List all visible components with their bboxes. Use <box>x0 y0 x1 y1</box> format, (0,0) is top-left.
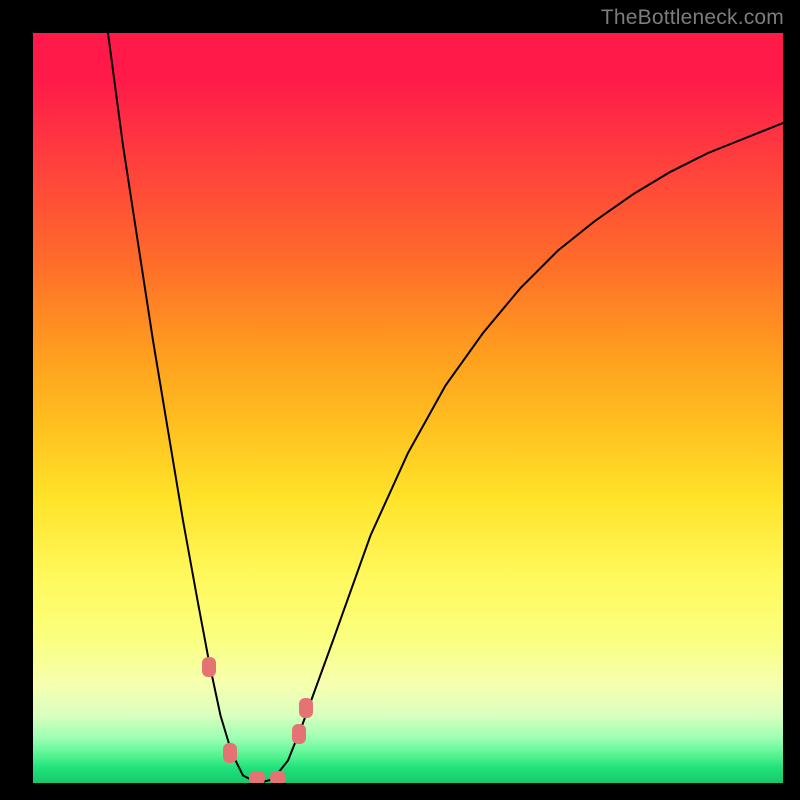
curve-marker-0 <box>202 657 216 677</box>
curve-marker-4 <box>292 724 306 744</box>
curve-marker-5 <box>299 698 313 718</box>
watermark-text: TheBottleneck.com <box>601 6 784 30</box>
curve-marker-3 <box>270 771 286 783</box>
curve-marker-1 <box>223 743 237 763</box>
curve-layer <box>33 33 783 783</box>
chart-frame: TheBottleneck.com <box>0 0 800 800</box>
plot-area <box>33 33 783 783</box>
curve-marker-2 <box>249 771 265 783</box>
